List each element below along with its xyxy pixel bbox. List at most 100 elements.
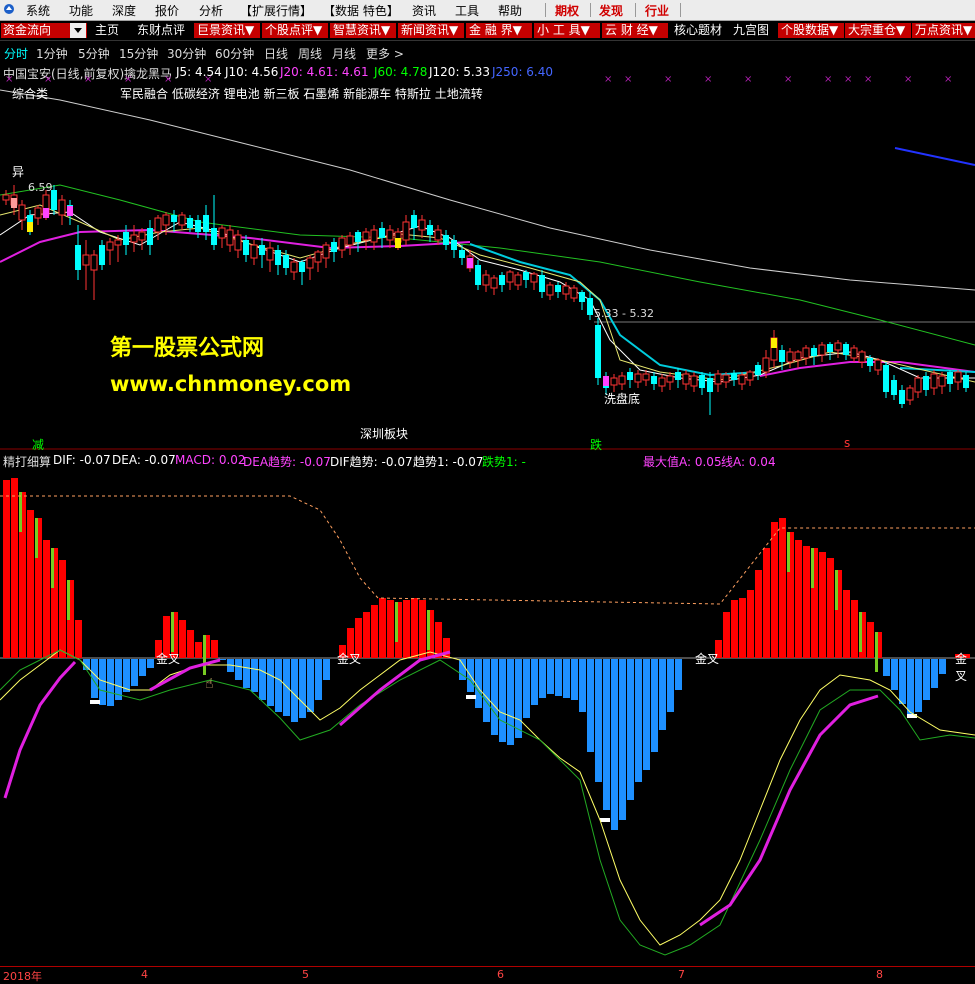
macd-bar-negative [515, 659, 522, 738]
high-price-label: 6.59 [28, 181, 53, 194]
macd-title-row: 精打细算 DIF: -0.07 DEA: -0.07 MACD: 0.02 DE… [0, 451, 975, 469]
macd-bar-positive [3, 480, 10, 658]
candle-body-down [883, 365, 889, 392]
candle-body-down [963, 375, 969, 388]
candle-body-up [250, 244, 258, 259]
candle-body-up [930, 373, 938, 389]
hand-cursor-icon: ☝ [205, 676, 214, 692]
s-mark-label: s [844, 436, 851, 450]
candle-body-down [411, 215, 417, 228]
macd-bar-highlight [875, 632, 878, 672]
macd-bar-negative [931, 659, 938, 688]
macd-bar-positive [411, 598, 418, 658]
macd-bar-negative [651, 659, 658, 752]
macd-bar-negative [611, 659, 618, 830]
candle-body-up [138, 231, 146, 241]
candle-body-up [34, 207, 42, 219]
candle-body-down [75, 245, 81, 270]
candle-body-up [514, 274, 522, 286]
macd-bar-negative [123, 659, 130, 692]
x-marker: × [744, 74, 752, 85]
macd-bar-highlight [51, 548, 54, 588]
macd-bar-positive [363, 612, 370, 658]
candle-body-up [954, 371, 962, 383]
macd-bar-negative [283, 659, 290, 716]
x-marker: × [204, 74, 212, 85]
macd-bar-negative [659, 659, 666, 730]
macd-bar-highlight [19, 492, 22, 532]
macd-bar-positive [75, 620, 82, 658]
candle-body-down [187, 218, 193, 228]
candle-body-up [434, 229, 442, 241]
candle-body-down [579, 292, 585, 302]
x-marker: × [704, 74, 712, 85]
value-macd: MACD: 0.02 [175, 453, 246, 467]
macd-bar-negative [915, 659, 922, 712]
candle-body-down [331, 242, 337, 252]
candle-body-up [2, 194, 10, 201]
macd-bar-negative [147, 659, 154, 668]
candle-body-up [738, 374, 746, 385]
macd-bar-highlight [395, 602, 398, 642]
macd-bar-negative [131, 659, 138, 686]
candle-body-up [234, 234, 242, 251]
x-marker: × [164, 74, 172, 85]
macd-bar-negative [315, 659, 322, 700]
candle-body-up [874, 359, 882, 371]
candle-body-up [906, 387, 914, 401]
macd-bar-negative [523, 659, 530, 718]
value-line-a: 线A: 0.04 [721, 455, 776, 469]
candle-body-up [530, 273, 538, 283]
macd-bar-positive [747, 590, 754, 658]
candle-body-up [226, 229, 234, 246]
signal-marker [907, 714, 917, 718]
macd-bar-negative [675, 659, 682, 690]
x-marker: × [624, 74, 632, 85]
candle-body-down [891, 380, 897, 395]
ma120-line [0, 89, 975, 291]
macd-bar-highlight [171, 612, 174, 652]
wash-bottom-label: 洗盘底 [604, 392, 641, 406]
macd-bar-negative [299, 659, 306, 718]
macd-bar-highlight [203, 635, 206, 675]
x-tick-label: 4 [141, 968, 148, 981]
macd-bar-negative [667, 659, 674, 712]
candle-body-down [451, 240, 457, 250]
macd-bar-highlight [859, 612, 862, 652]
x-marker: × [844, 74, 852, 85]
macd-bar-negative [643, 659, 650, 770]
candle-body-up [834, 342, 842, 351]
candle-body-up [546, 284, 554, 296]
candle-body-down [443, 235, 449, 245]
golden-cross-label: 金叉 [695, 652, 720, 666]
macd-bar-negative [323, 659, 330, 680]
candle-body-down [675, 372, 681, 380]
macd-bar-negative [587, 659, 594, 752]
macd-bar-negative [635, 659, 642, 782]
signal-marker [600, 818, 610, 822]
macd-bar-negative [507, 659, 514, 745]
candle-body-down [499, 275, 505, 285]
macd-bar-highlight [787, 532, 790, 572]
x-tick-label: 8 [876, 968, 883, 981]
kline-chart[interactable]: × × × × × × × × × × × × × × × × × ☝ [0, 0, 975, 981]
x-tick-label: 6 [497, 968, 504, 981]
value-dif-trend: DIF趋势: -0.07 [330, 455, 413, 469]
macd-indicator-name[interactable]: 精打细算 [3, 453, 51, 470]
candle-body-up [386, 229, 394, 241]
candle-body-up [682, 373, 690, 385]
value-dea-trend: DEA趋势: -0.07 [243, 455, 331, 469]
x-axis: 2018年 4 5 6 7 8 [0, 966, 975, 983]
macd-bar-negative [539, 659, 546, 698]
candle-body-up [418, 219, 426, 231]
macd-bar-positive [387, 600, 394, 658]
candle-body-up [178, 214, 186, 226]
candle-body-up [914, 377, 922, 393]
candle-body-down [523, 272, 529, 280]
candle-body-up [58, 199, 66, 216]
candle-body-down [283, 255, 289, 268]
candle-body-down [843, 344, 849, 355]
candle-body-down [123, 232, 129, 245]
macd-bar-negative [267, 659, 274, 706]
x-marker: × [824, 74, 832, 85]
